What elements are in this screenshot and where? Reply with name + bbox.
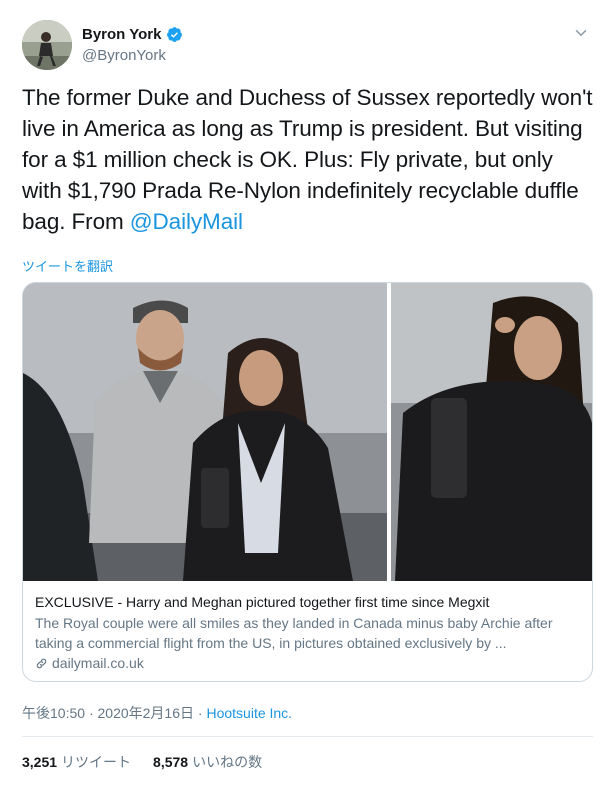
meta-separator: · xyxy=(197,705,203,721)
tweet-stats: 3,251 リツイート 8,578 いいねの数 xyxy=(22,752,284,772)
tweet-date[interactable]: 2020年2月16日 xyxy=(98,705,195,721)
retweets-count: 3,251 xyxy=(22,754,58,770)
likes-stat[interactable]: 8,578 いいねの数 xyxy=(153,752,262,772)
meta-separator: · xyxy=(88,705,94,721)
card-description: The Royal couple were all smiles as they… xyxy=(35,615,553,651)
user-handle[interactable]: @ByronYork xyxy=(82,47,166,64)
link-card[interactable]: EXCLUSIVE - Harry and Meghan pictured to… xyxy=(22,282,593,682)
card-image xyxy=(23,283,592,581)
tweet-time[interactable]: 午後10:50 xyxy=(22,705,85,721)
card-domain-text: dailymail.co.uk xyxy=(52,655,144,671)
card-domain: dailymail.co.uk xyxy=(35,655,583,671)
tweet: Byron York @ByronYork The former Duke an… xyxy=(0,0,615,787)
retweets-label: リツイート xyxy=(61,754,132,770)
avatar[interactable] xyxy=(22,20,72,70)
link-icon xyxy=(36,658,47,668)
translate-tweet-link[interactable]: ツイートを翻訳 xyxy=(22,256,113,275)
display-name[interactable]: Byron York xyxy=(82,26,161,43)
tweet-source-link[interactable]: Hootsuite Inc. xyxy=(206,705,292,721)
verified-badge-icon xyxy=(167,27,183,42)
retweets-stat[interactable]: 3,251 リツイート xyxy=(22,752,131,772)
divider xyxy=(22,736,593,737)
likes-count: 8,578 xyxy=(153,754,189,770)
chevron-down-icon[interactable] xyxy=(572,24,590,42)
avatar-image xyxy=(22,20,72,70)
tweet-text: The former Duke and Duchess of Sussex re… xyxy=(22,82,597,237)
tweet-meta: 午後10:50 · 2020年2月16日 · Hootsuite Inc. xyxy=(22,703,292,723)
card-title: EXCLUSIVE - Harry and Meghan pictured to… xyxy=(35,594,490,610)
tweet-text-main: The former Duke and Duchess of Sussex re… xyxy=(22,85,593,234)
mention-link[interactable]: @DailyMail xyxy=(130,209,243,234)
likes-label: いいねの数 xyxy=(192,754,263,770)
